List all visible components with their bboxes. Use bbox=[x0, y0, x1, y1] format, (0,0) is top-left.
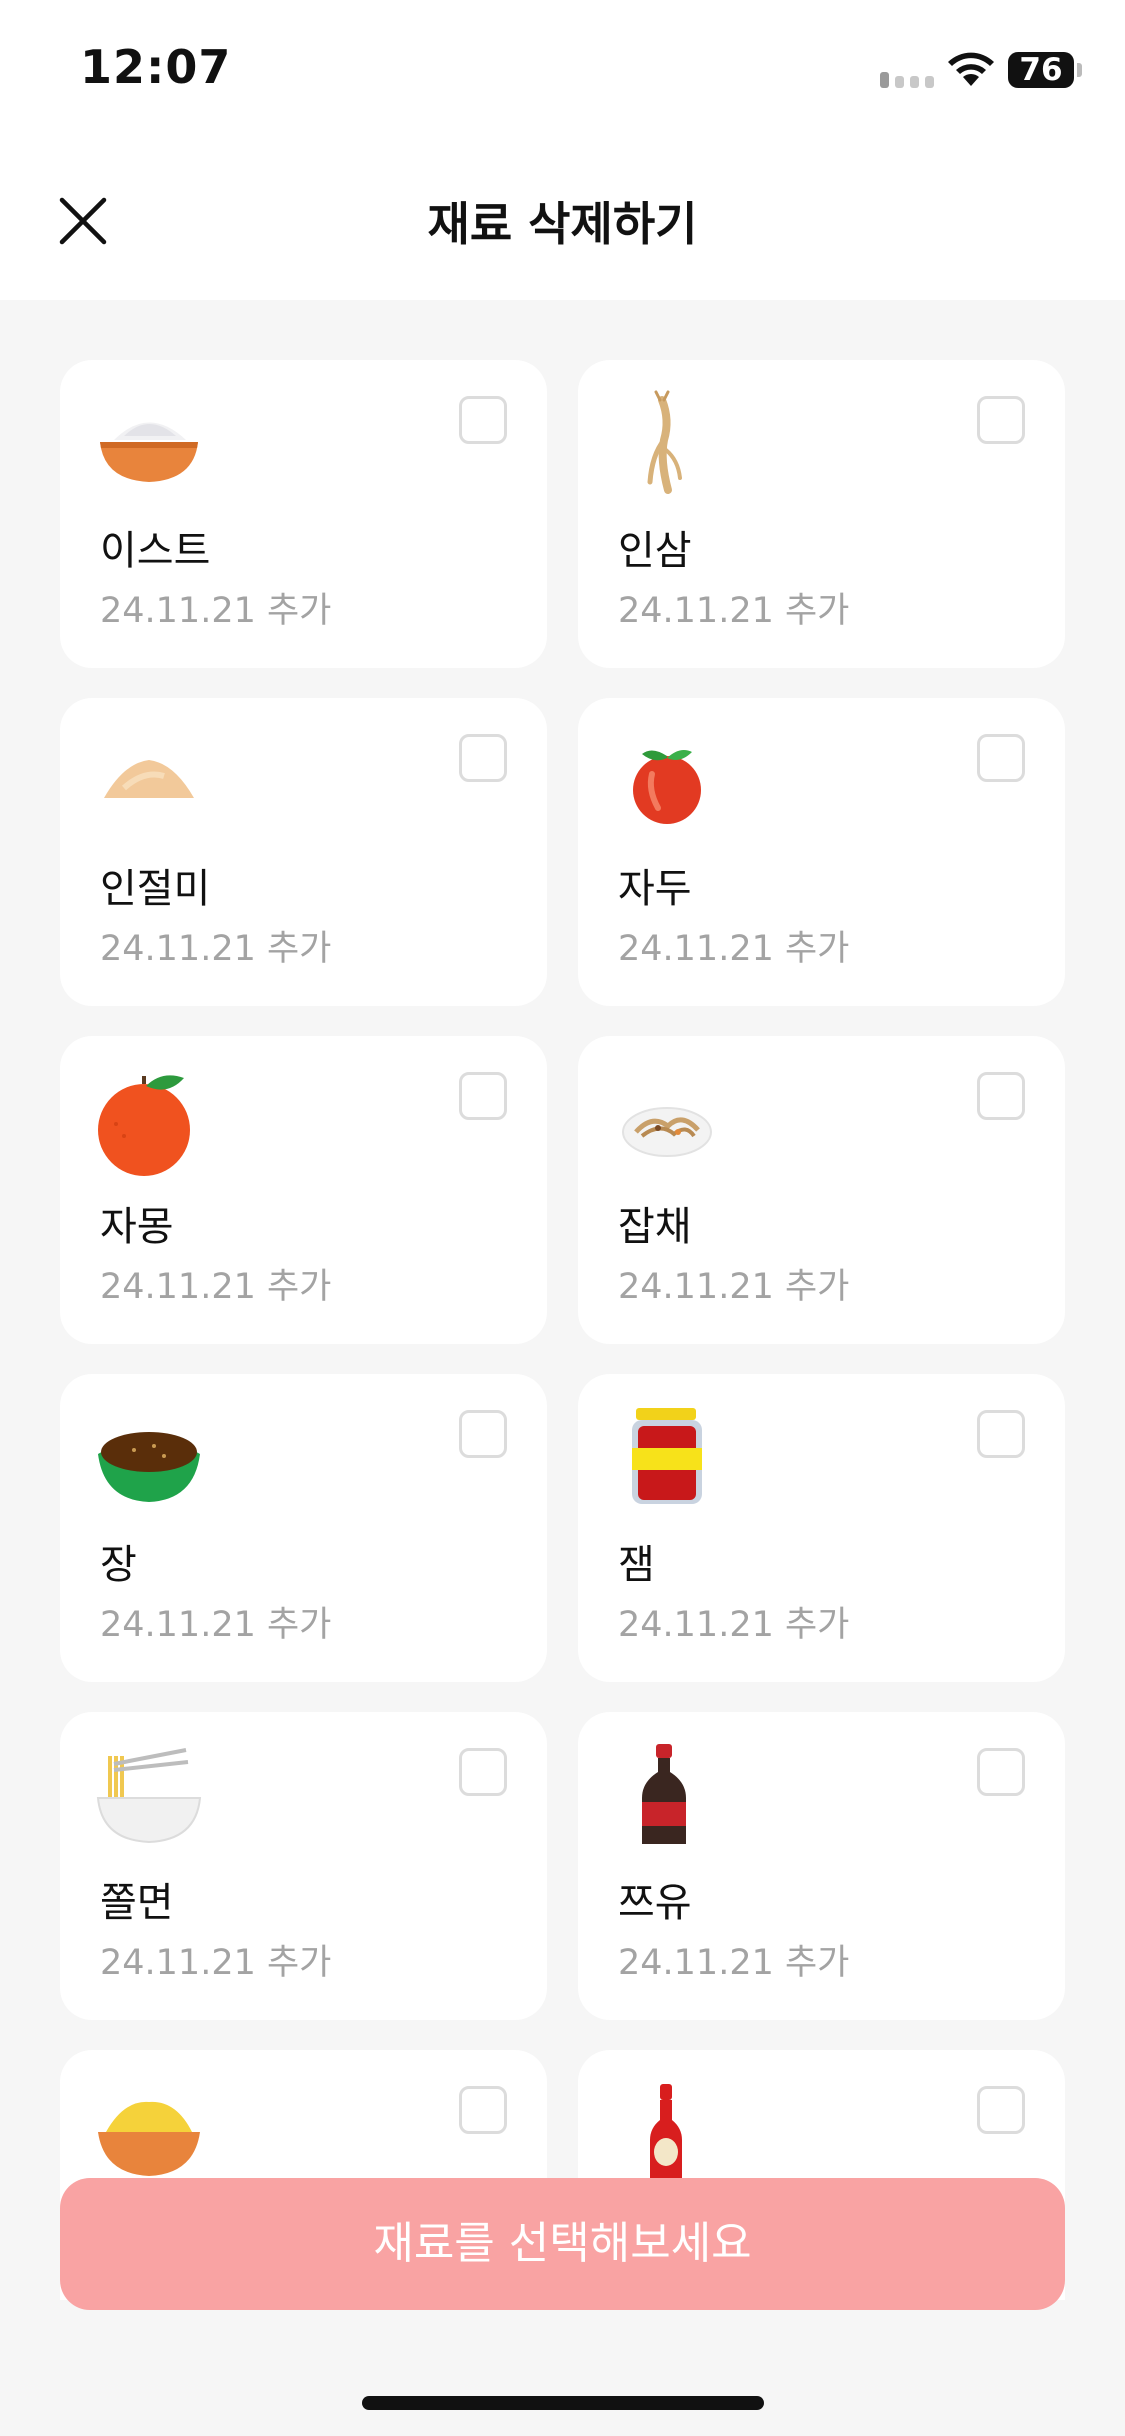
ingredient-name: 인삼 bbox=[618, 528, 692, 574]
ingredient-grid: 이스트 24.11.21 추가 인삼 24.11.21 추가 인절미 24.11… bbox=[0, 300, 1125, 2300]
ingredient-name: 쯔유 bbox=[618, 1880, 692, 1926]
ingredient-date: 24.11.21 추가 bbox=[618, 1267, 850, 1307]
ingredient-date: 24.11.21 추가 bbox=[100, 1267, 332, 1307]
battery-cap bbox=[1077, 63, 1082, 77]
ingredient-date: 24.11.21 추가 bbox=[100, 929, 332, 969]
noodle-bowl-icon bbox=[96, 1748, 202, 1844]
flour-bowl-icon bbox=[100, 422, 198, 482]
ingredient-card[interactable]: 장 24.11.21 추가 bbox=[60, 1374, 547, 1682]
select-checkbox[interactable] bbox=[459, 1410, 507, 1458]
ingredient-card[interactable]: 자두 24.11.21 추가 bbox=[578, 698, 1065, 1006]
ingredient-card[interactable]: 자몽 24.11.21 추가 bbox=[60, 1036, 547, 1344]
ingredient-date: 24.11.21 추가 bbox=[618, 1605, 850, 1645]
home-indicator bbox=[362, 2396, 764, 2410]
ingredient-date: 24.11.21 추가 bbox=[618, 591, 850, 631]
header: 재료 삭제하기 bbox=[0, 140, 1125, 300]
hot-sauce-icon bbox=[650, 2084, 682, 2184]
ingredient-date: 24.11.21 추가 bbox=[618, 929, 850, 969]
ingredient-name: 쫄면 bbox=[100, 1880, 174, 1926]
ingredient-name: 자두 bbox=[618, 866, 692, 912]
select-checkbox[interactable] bbox=[977, 1410, 1025, 1458]
ingredient-card[interactable]: 잼 24.11.21 추가 bbox=[578, 1374, 1065, 1682]
ingredient-date: 24.11.21 추가 bbox=[100, 1605, 332, 1645]
grapefruit-icon bbox=[98, 1075, 190, 1176]
ingredient-date: 24.11.21 추가 bbox=[100, 591, 332, 631]
ingredient-card[interactable]: 인삼 24.11.21 추가 bbox=[578, 360, 1065, 668]
ingredient-card[interactable]: 쫄면 24.11.21 추가 bbox=[60, 1712, 547, 2020]
jam-jar-icon bbox=[632, 1408, 702, 1504]
select-checkbox[interactable] bbox=[459, 396, 507, 444]
screen: 12:07 76 재료 삭제하기 이스트 24.11.21 추가 인삼 24.1… bbox=[0, 0, 1125, 2436]
ingredient-name: 잡채 bbox=[618, 1204, 692, 1250]
ingredient-date: 24.11.21 추가 bbox=[100, 1943, 332, 1983]
ingredient-date: 24.11.21 추가 bbox=[618, 1943, 850, 1983]
ginseng-icon bbox=[647, 390, 682, 494]
status-time: 12:07 bbox=[80, 40, 232, 94]
ingredient-card[interactable]: 인절미 24.11.21 추가 bbox=[60, 698, 547, 1006]
noodle-plate-icon bbox=[622, 1107, 712, 1157]
ingredient-card[interactable]: 쯔유 24.11.21 추가 bbox=[578, 1712, 1065, 2020]
soy-bottle-icon bbox=[642, 1744, 686, 1844]
select-checkbox[interactable] bbox=[459, 734, 507, 782]
plum-icon bbox=[633, 750, 701, 824]
powder-pile-icon bbox=[104, 760, 194, 798]
ingredient-name: 잼 bbox=[618, 1542, 655, 1588]
select-checkbox[interactable] bbox=[459, 2086, 507, 2134]
select-ingredients-button[interactable]: 재료를 선택해보세요 bbox=[60, 2178, 1065, 2310]
ingredient-name: 이스트 bbox=[100, 528, 211, 574]
sauce-bowl-icon bbox=[98, 1432, 200, 1502]
select-checkbox[interactable] bbox=[977, 2086, 1025, 2134]
cellular-signal-icon bbox=[880, 72, 934, 88]
select-checkbox[interactable] bbox=[977, 1748, 1025, 1796]
page-title: 재료 삭제하기 bbox=[427, 197, 698, 251]
yellow-bowl-icon bbox=[98, 2101, 200, 2176]
wifi-icon bbox=[948, 52, 994, 86]
status-bar: 12:07 76 bbox=[0, 0, 1125, 140]
select-checkbox[interactable] bbox=[459, 1748, 507, 1796]
ingredient-card[interactable]: 이스트 24.11.21 추가 bbox=[60, 360, 547, 668]
ingredient-card[interactable]: 잡채 24.11.21 추가 bbox=[578, 1036, 1065, 1344]
battery-icon: 76 bbox=[1008, 52, 1074, 88]
select-checkbox[interactable] bbox=[977, 1072, 1025, 1120]
ingredient-name: 인절미 bbox=[100, 866, 211, 912]
ingredient-name: 자몽 bbox=[100, 1204, 174, 1250]
select-checkbox[interactable] bbox=[977, 396, 1025, 444]
select-checkbox[interactable] bbox=[459, 1072, 507, 1120]
select-checkbox[interactable] bbox=[977, 734, 1025, 782]
ingredient-name: 장 bbox=[100, 1542, 137, 1588]
